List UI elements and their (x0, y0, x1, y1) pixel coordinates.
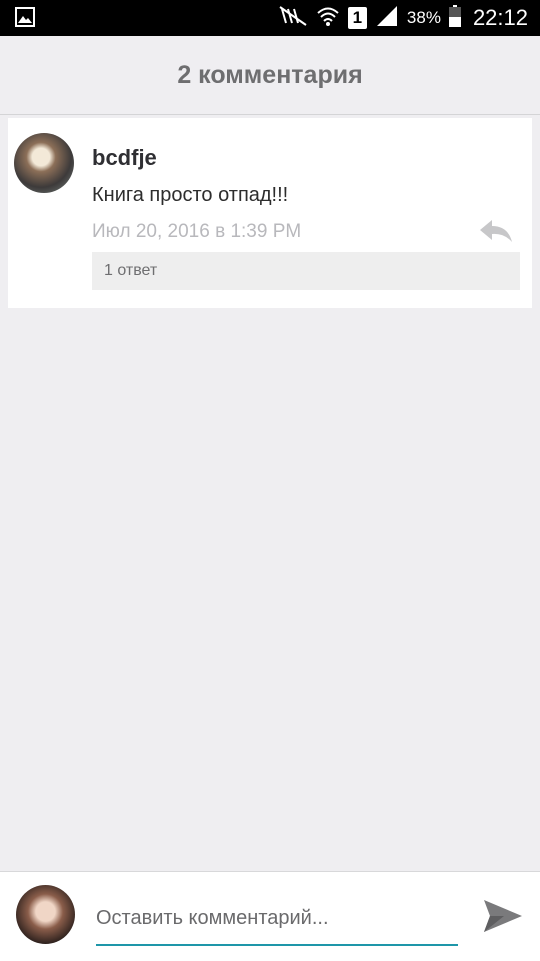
signal-icon (375, 5, 399, 32)
battery-percent: 38% (406, 8, 441, 27)
page-header: 2 комментария (0, 36, 540, 115)
input-underline (96, 944, 458, 946)
gallery-icon (14, 6, 36, 33)
comment-card: bcdfje Книга просто отпад!!! Июл 20, 201… (8, 118, 532, 308)
comment-text: Книга просто отпад!!! (92, 184, 289, 206)
avatar[interactable] (14, 133, 74, 193)
comment-author[interactable]: bcdfje (92, 145, 157, 171)
reply-icon[interactable] (478, 218, 514, 244)
comment-date: Июл 20, 2016 в 1:39 PM (92, 221, 302, 242)
wifi-icon (316, 5, 340, 32)
mute-icon (278, 5, 308, 32)
send-icon[interactable] (480, 896, 524, 936)
replies-count-label: 1 ответ (104, 262, 158, 279)
current-user-avatar (16, 885, 75, 944)
status-bar: 1 38% 22:12 (0, 0, 540, 36)
page-title: 2 комментария (177, 60, 363, 89)
comment-composer (0, 871, 540, 961)
battery-icon (448, 4, 461, 32)
replies-toggle-button[interactable]: 1 ответ (92, 252, 520, 290)
comment-input[interactable] (96, 898, 458, 938)
clock: 22:12 (472, 5, 528, 30)
sim-icon: 1 (347, 7, 367, 29)
